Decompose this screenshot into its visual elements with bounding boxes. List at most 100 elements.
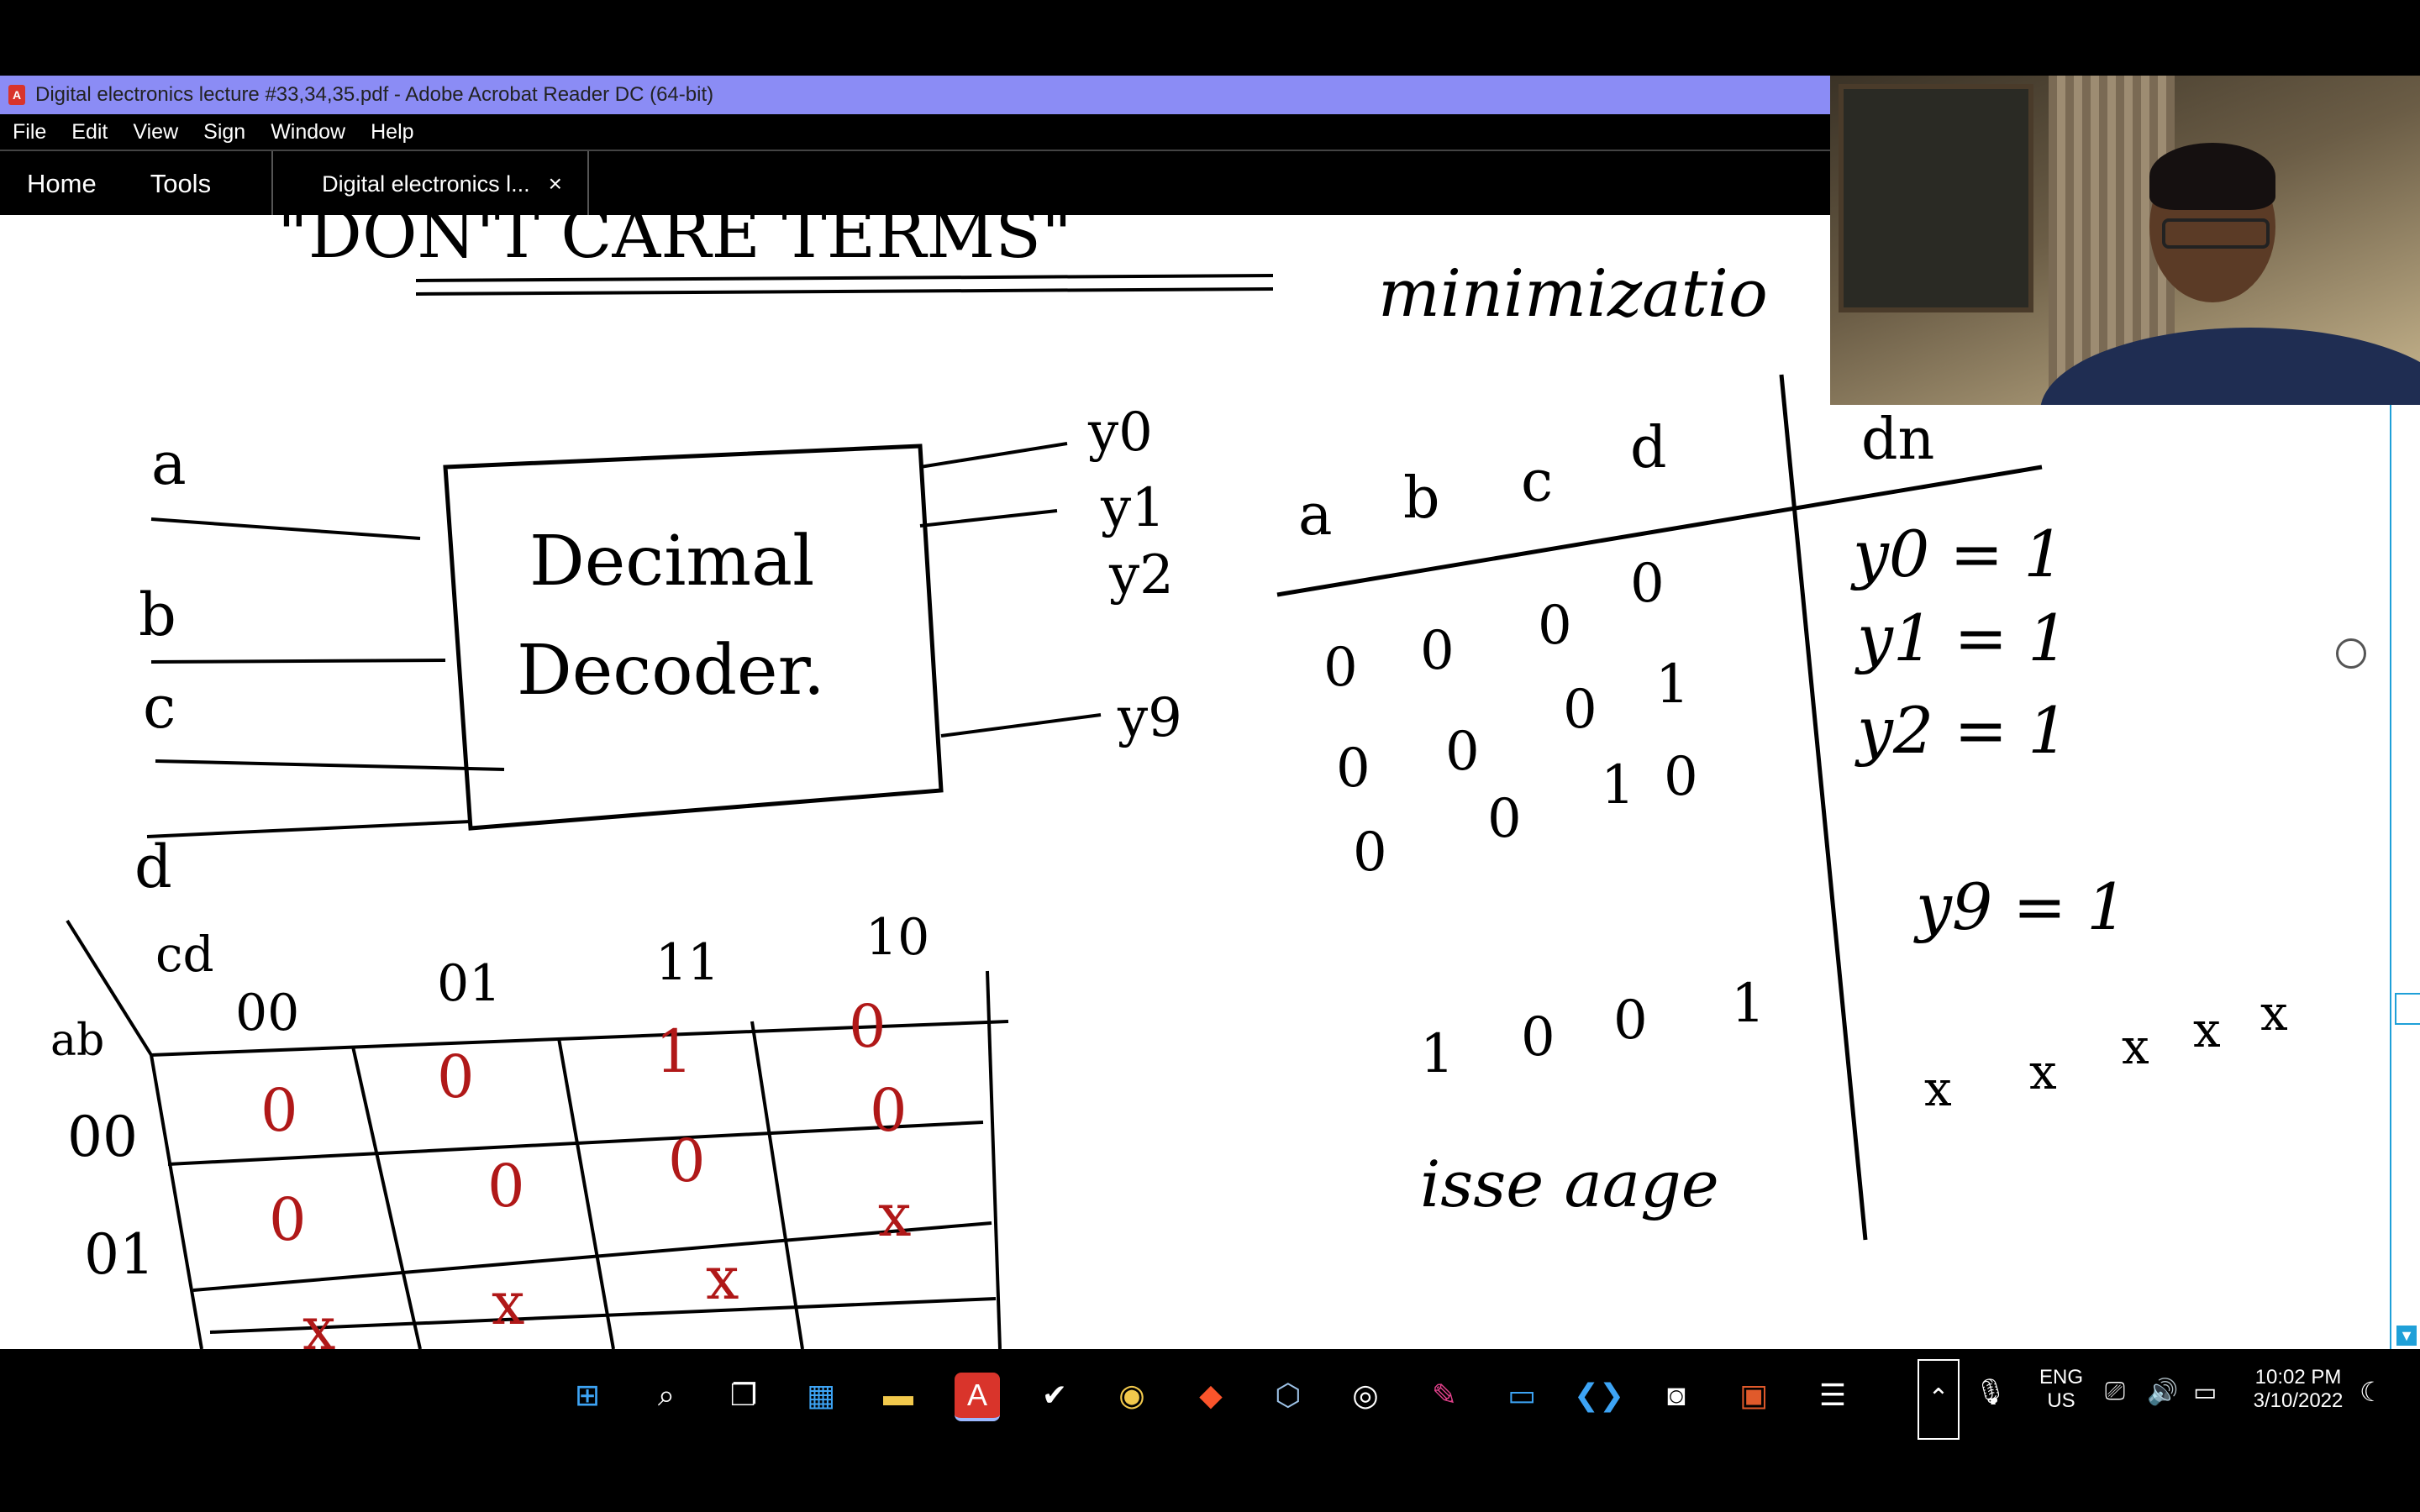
output-label-y1: y1 (1100, 477, 1165, 539)
menu-edit[interactable]: Edit (71, 120, 108, 144)
office-icon[interactable]: ▣ (1731, 1373, 1776, 1418)
page-scroll-indicator[interactable] (2336, 638, 2366, 669)
tt-row3-a: 1 (1420, 1023, 1455, 1085)
virtualbox-icon[interactable]: ⬡ (1265, 1373, 1311, 1418)
tt-output-2: y2 = 1 (1854, 693, 2069, 768)
kmap-cell: 0 (849, 992, 886, 1061)
search-icon[interactable]: ⌕ (644, 1373, 689, 1418)
tt-row2-a: 0 (1353, 822, 1387, 884)
kmap-cell: 1 (655, 1017, 693, 1086)
input-label-b: b (139, 580, 176, 649)
region-code: US (2047, 1389, 2075, 1412)
kmap-row-header: 00 (67, 1105, 138, 1169)
kmap-cell: x (492, 1269, 524, 1338)
widgets-icon[interactable]: ▦ (798, 1373, 844, 1418)
tt-row0-d: 0 (1630, 553, 1665, 615)
kmap-cell: x (878, 1181, 911, 1250)
decoder-label-2: Decoder. (517, 631, 825, 711)
tt-output-header: dn (1861, 407, 1934, 473)
menu-file[interactable]: File (13, 120, 46, 144)
clock[interactable]: 10:02 PM 3/10/2022 (2235, 1366, 2361, 1413)
window-title-bar: A Digital electronics lecture #33,34,35.… (0, 76, 1830, 114)
kmap-grid-line (351, 1046, 422, 1350)
language-indicator[interactable]: ENG US (2032, 1366, 2091, 1413)
focus-assist-moon-icon[interactable]: ☾ (2360, 1376, 2384, 1408)
network-icon[interactable]: ⎚ (2105, 1378, 2125, 1406)
output-arrow (919, 442, 1068, 469)
input-label-d: d (134, 832, 172, 901)
scroll-down-arrow-icon[interactable]: ▼ (2396, 1326, 2417, 1346)
scrollbar-thumb[interactable] (2395, 993, 2420, 1025)
notepad-icon[interactable]: ☰ (1810, 1373, 1855, 1418)
kmap-cell: 0 (487, 1152, 525, 1221)
kmap-col-header: 00 (235, 984, 299, 1042)
vertical-scrollbar[interactable]: ▼ (2390, 405, 2420, 1349)
input-arrow (150, 517, 421, 540)
acrobat-icon[interactable]: A (955, 1373, 1000, 1421)
windows-start-icon[interactable]: ⊞ (565, 1373, 610, 1418)
tab-document[interactable]: Digital electronics l... × (271, 151, 590, 217)
heading-underline (415, 274, 1274, 282)
task-view-icon[interactable]: ❐ (721, 1373, 766, 1418)
tt-row3-c: 0 (1613, 990, 1648, 1052)
tt-row1-a: 0 (1336, 738, 1370, 800)
show-hidden-icons-chevron-up-icon[interactable]: ⌃ (1918, 1359, 1960, 1440)
output-arrow (919, 509, 1058, 528)
brave-icon[interactable]: ◆ (1188, 1373, 1234, 1418)
close-icon[interactable]: × (549, 171, 562, 197)
tt-output-9: y9 = 1 (1913, 869, 2128, 944)
kmap-grid-line (557, 1037, 615, 1350)
kmap-col-header: 11 (655, 933, 719, 992)
output-label-y9: y9 (1117, 687, 1182, 749)
microphone-icon[interactable]: 🎙 (1975, 1378, 2007, 1407)
menu-view[interactable]: View (133, 120, 178, 144)
kmap-ab-label: ab (50, 1016, 104, 1066)
menu-bar: File Edit View Sign Window Help (0, 114, 1830, 150)
tt-header-c: c (1521, 449, 1553, 515)
kmap-cell: 0 (260, 1076, 298, 1145)
kmap-cell: 0 (437, 1042, 475, 1111)
tab-tools[interactable]: Tools (124, 151, 238, 217)
kmap-cell: 0 (269, 1185, 307, 1254)
tt-header-a: a (1298, 482, 1333, 549)
menu-window[interactable]: Window (271, 120, 345, 144)
tt-row1-d: 1 (1655, 654, 1690, 716)
kmap-grid-line (150, 1054, 203, 1350)
tt-output-0: y0 = 1 (1850, 517, 2065, 591)
tt-header-d: d (1630, 415, 1667, 481)
dont-care-x: x (2260, 984, 2288, 1042)
todo-icon[interactable]: ✔ (1032, 1373, 1077, 1418)
input-label-a: a (151, 429, 187, 498)
battery-icon[interactable]: ▭ (2193, 1378, 2217, 1407)
input-arrow (155, 759, 505, 771)
remote-desktop-icon[interactable]: ▭ (1499, 1373, 1544, 1418)
tt-output-1: y1 = 1 (1854, 601, 2069, 675)
tab-home[interactable]: Home (0, 151, 124, 217)
webcam-overlay (1830, 76, 2420, 405)
output-arrow (940, 713, 1102, 738)
kmap-cell: x (706, 1244, 739, 1313)
clock-date: 3/10/2022 (2253, 1389, 2344, 1412)
tt-row1-c: 0 (1563, 679, 1597, 741)
paint-icon[interactable]: ✎ (1422, 1373, 1467, 1418)
dont-care-x: x (2122, 1018, 2149, 1075)
document-tab-label: Digital electronics l... (322, 171, 530, 197)
volume-icon[interactable]: 🔊 (2147, 1378, 2178, 1407)
kmap-grid-line (750, 1021, 804, 1350)
menu-help[interactable]: Help (371, 120, 413, 144)
dont-care-x: x (1924, 1060, 1952, 1117)
input-label-c: c (143, 673, 176, 742)
output-label-y0: y0 (1087, 402, 1153, 464)
dont-care-x: x (2193, 1001, 2221, 1058)
kmap-cd-label: cd (155, 926, 214, 983)
obs-icon[interactable]: ◎ (1343, 1373, 1388, 1418)
heading-underline (415, 287, 1274, 296)
camera-icon[interactable]: ◙ (1654, 1373, 1699, 1418)
file-explorer-icon[interactable]: ▬ (876, 1373, 921, 1418)
chrome-icon[interactable]: ◉ (1109, 1373, 1155, 1418)
kmap-col-header: 10 (865, 908, 929, 967)
vscode-icon[interactable]: ❮❯ (1574, 1373, 1624, 1418)
side-heading: minimizatio (1378, 256, 1768, 332)
kmap-cell: x (302, 1294, 335, 1349)
menu-sign[interactable]: Sign (203, 120, 245, 144)
